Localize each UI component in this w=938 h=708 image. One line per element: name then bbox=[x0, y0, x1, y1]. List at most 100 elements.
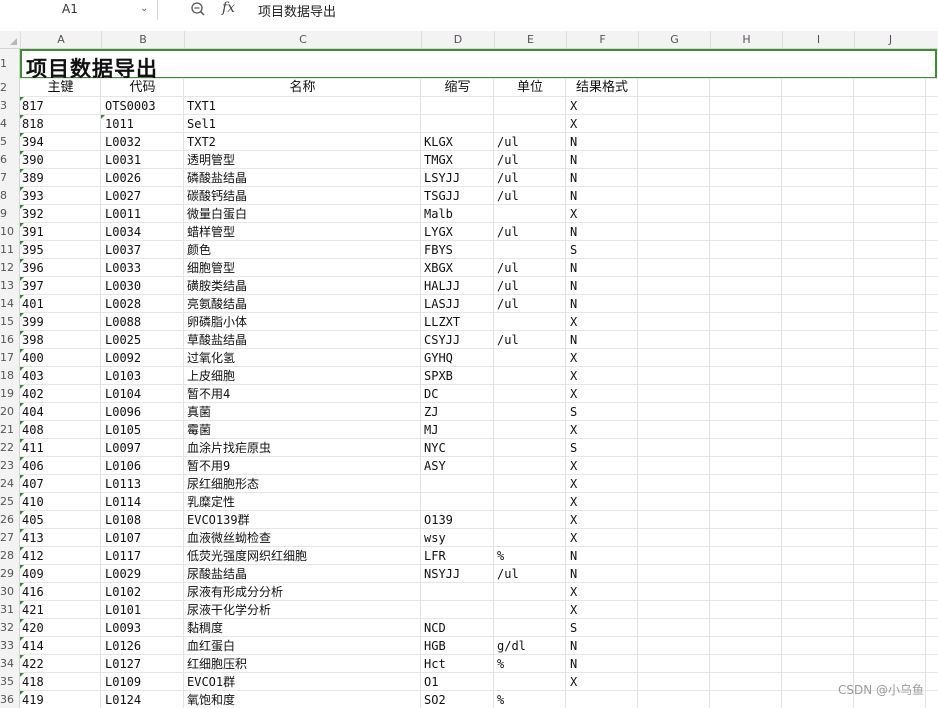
row-header-35[interactable]: 35 bbox=[0, 673, 19, 691]
zoom-icon[interactable] bbox=[190, 1, 206, 17]
table-cell[interactable]: /ul bbox=[497, 223, 519, 241]
table-cell[interactable]: L0126 bbox=[105, 637, 141, 655]
table-cell[interactable]: 422 bbox=[22, 655, 44, 673]
table-cell[interactable]: X bbox=[570, 115, 577, 133]
table-cell[interactable]: 1011 bbox=[105, 115, 134, 133]
table-cell[interactable]: FBYS bbox=[424, 241, 453, 259]
row-header-20[interactable]: 20 bbox=[0, 403, 19, 421]
table-cell[interactable]: 尿液有形成分分析 bbox=[187, 583, 283, 601]
column-header-i[interactable]: I bbox=[782, 31, 854, 48]
table-cell[interactable]: L0092 bbox=[105, 349, 141, 367]
row-header-27[interactable]: 27 bbox=[0, 529, 19, 547]
row-header-7[interactable]: 7 bbox=[0, 169, 19, 187]
table-cell[interactable]: L0107 bbox=[105, 529, 141, 547]
table-cell[interactable]: L0097 bbox=[105, 439, 141, 457]
table-cell[interactable]: 暂不用4 bbox=[187, 385, 230, 403]
table-cell[interactable]: X bbox=[570, 349, 577, 367]
row-header-29[interactable]: 29 bbox=[0, 565, 19, 583]
table-cell[interactable]: LSYJJ bbox=[424, 169, 460, 187]
table-cell[interactable]: L0011 bbox=[105, 205, 141, 223]
table-cell[interactable]: OTS0003 bbox=[105, 97, 156, 115]
table-cell[interactable]: S bbox=[570, 619, 577, 637]
row-header-2[interactable]: 2 bbox=[0, 79, 19, 97]
table-cell[interactable]: N bbox=[570, 277, 577, 295]
table-cell[interactable]: 微量白蛋白 bbox=[187, 205, 247, 223]
header-cell[interactable]: 缩写 bbox=[421, 79, 494, 97]
table-cell[interactable]: 暂不用9 bbox=[187, 457, 230, 475]
table-cell[interactable]: 红细胞压积 bbox=[187, 655, 247, 673]
table-cell[interactable]: 402 bbox=[22, 385, 44, 403]
table-cell[interactable]: N bbox=[570, 565, 577, 583]
table-cell[interactable]: KLGX bbox=[424, 133, 453, 151]
table-cell[interactable]: L0101 bbox=[105, 601, 141, 619]
table-cell[interactable]: 过氧化氢 bbox=[187, 349, 235, 367]
formula-input[interactable]: 项目数据导出 bbox=[258, 1, 336, 20]
row-header-26[interactable]: 26 bbox=[0, 511, 19, 529]
table-cell[interactable]: 真菌 bbox=[187, 403, 211, 421]
table-cell[interactable]: X bbox=[570, 511, 577, 529]
table-cell[interactable]: N bbox=[570, 331, 577, 349]
table-cell[interactable]: L0032 bbox=[105, 133, 141, 151]
table-cell[interactable]: 391 bbox=[22, 223, 44, 241]
table-cell[interactable]: N bbox=[570, 169, 577, 187]
table-cell[interactable]: g/dl bbox=[497, 637, 526, 655]
table-cell[interactable]: 400 bbox=[22, 349, 44, 367]
table-cell[interactable]: 418 bbox=[22, 673, 44, 691]
row-header-17[interactable]: 17 bbox=[0, 349, 19, 367]
table-cell[interactable]: 399 bbox=[22, 313, 44, 331]
table-cell[interactable]: L0030 bbox=[105, 277, 141, 295]
row-header-24[interactable]: 24 bbox=[0, 475, 19, 493]
table-cell[interactable]: 黏稠度 bbox=[187, 619, 223, 637]
table-cell[interactable]: 396 bbox=[22, 259, 44, 277]
table-cell[interactable]: X bbox=[570, 421, 577, 439]
table-cell[interactable]: L0027 bbox=[105, 187, 141, 205]
table-cell[interactable]: 低荧光强度网织红细胞 bbox=[187, 547, 307, 565]
table-cell[interactable]: GYHQ bbox=[424, 349, 453, 367]
table-cell[interactable]: NSYJJ bbox=[424, 565, 460, 583]
table-cell[interactable]: N bbox=[570, 295, 577, 313]
row-header-6[interactable]: 6 bbox=[0, 151, 19, 169]
table-cell[interactable]: X bbox=[570, 493, 577, 511]
table-cell[interactable]: 406 bbox=[22, 457, 44, 475]
table-cell[interactable]: L0033 bbox=[105, 259, 141, 277]
table-cell[interactable]: X bbox=[570, 673, 577, 691]
column-header-f[interactable]: F bbox=[566, 31, 638, 48]
table-cell[interactable]: 409 bbox=[22, 565, 44, 583]
table-cell[interactable]: X bbox=[570, 313, 577, 331]
column-header-h[interactable]: H bbox=[710, 31, 782, 48]
row-header-33[interactable]: 33 bbox=[0, 637, 19, 655]
table-cell[interactable]: 421 bbox=[22, 601, 44, 619]
table-cell[interactable]: N bbox=[570, 223, 577, 241]
row-header-19[interactable]: 19 bbox=[0, 385, 19, 403]
row-header-3[interactable]: 3 bbox=[0, 97, 19, 115]
table-cell[interactable]: L0028 bbox=[105, 295, 141, 313]
table-cell[interactable]: LLZXT bbox=[424, 313, 460, 331]
table-cell[interactable]: L0127 bbox=[105, 655, 141, 673]
row-header-12[interactable]: 12 bbox=[0, 259, 19, 277]
table-cell[interactable]: N bbox=[570, 547, 577, 565]
table-cell[interactable]: L0108 bbox=[105, 511, 141, 529]
table-cell[interactable]: /ul bbox=[497, 187, 519, 205]
table-cell[interactable]: O139 bbox=[424, 511, 453, 529]
table-cell[interactable]: 390 bbox=[22, 151, 44, 169]
table-cell[interactable]: 818 bbox=[22, 115, 44, 133]
header-cell[interactable]: 名称 bbox=[184, 79, 421, 97]
table-cell[interactable]: 血涂片找疟原虫 bbox=[187, 439, 271, 457]
table-cell[interactable]: /ul bbox=[497, 151, 519, 169]
table-cell[interactable]: L0029 bbox=[105, 565, 141, 583]
table-cell[interactable]: 408 bbox=[22, 421, 44, 439]
table-cell[interactable]: wsy bbox=[424, 529, 446, 547]
table-cell[interactable]: 亮氨酸结晶 bbox=[187, 295, 247, 313]
table-cell[interactable]: /ul bbox=[497, 565, 519, 583]
row-header-34[interactable]: 34 bbox=[0, 655, 19, 673]
function-icon[interactable]: fx bbox=[222, 0, 235, 16]
table-cell[interactable]: L0114 bbox=[105, 493, 141, 511]
table-cell[interactable]: 尿红细胞形态 bbox=[187, 475, 259, 493]
row-header-9[interactable]: 9 bbox=[0, 205, 19, 223]
table-cell[interactable]: N bbox=[570, 259, 577, 277]
table-cell[interactable]: 411 bbox=[22, 439, 44, 457]
table-cell[interactable]: 401 bbox=[22, 295, 44, 313]
table-cell[interactable]: L0031 bbox=[105, 151, 141, 169]
spreadsheet-grid[interactable]: 项目数据导出 主键 代码 名称 缩写 单位 结果格式 817 OTS0003 TXT1 X 818 1… bbox=[20, 49, 938, 708]
table-cell[interactable]: L0104 bbox=[105, 385, 141, 403]
